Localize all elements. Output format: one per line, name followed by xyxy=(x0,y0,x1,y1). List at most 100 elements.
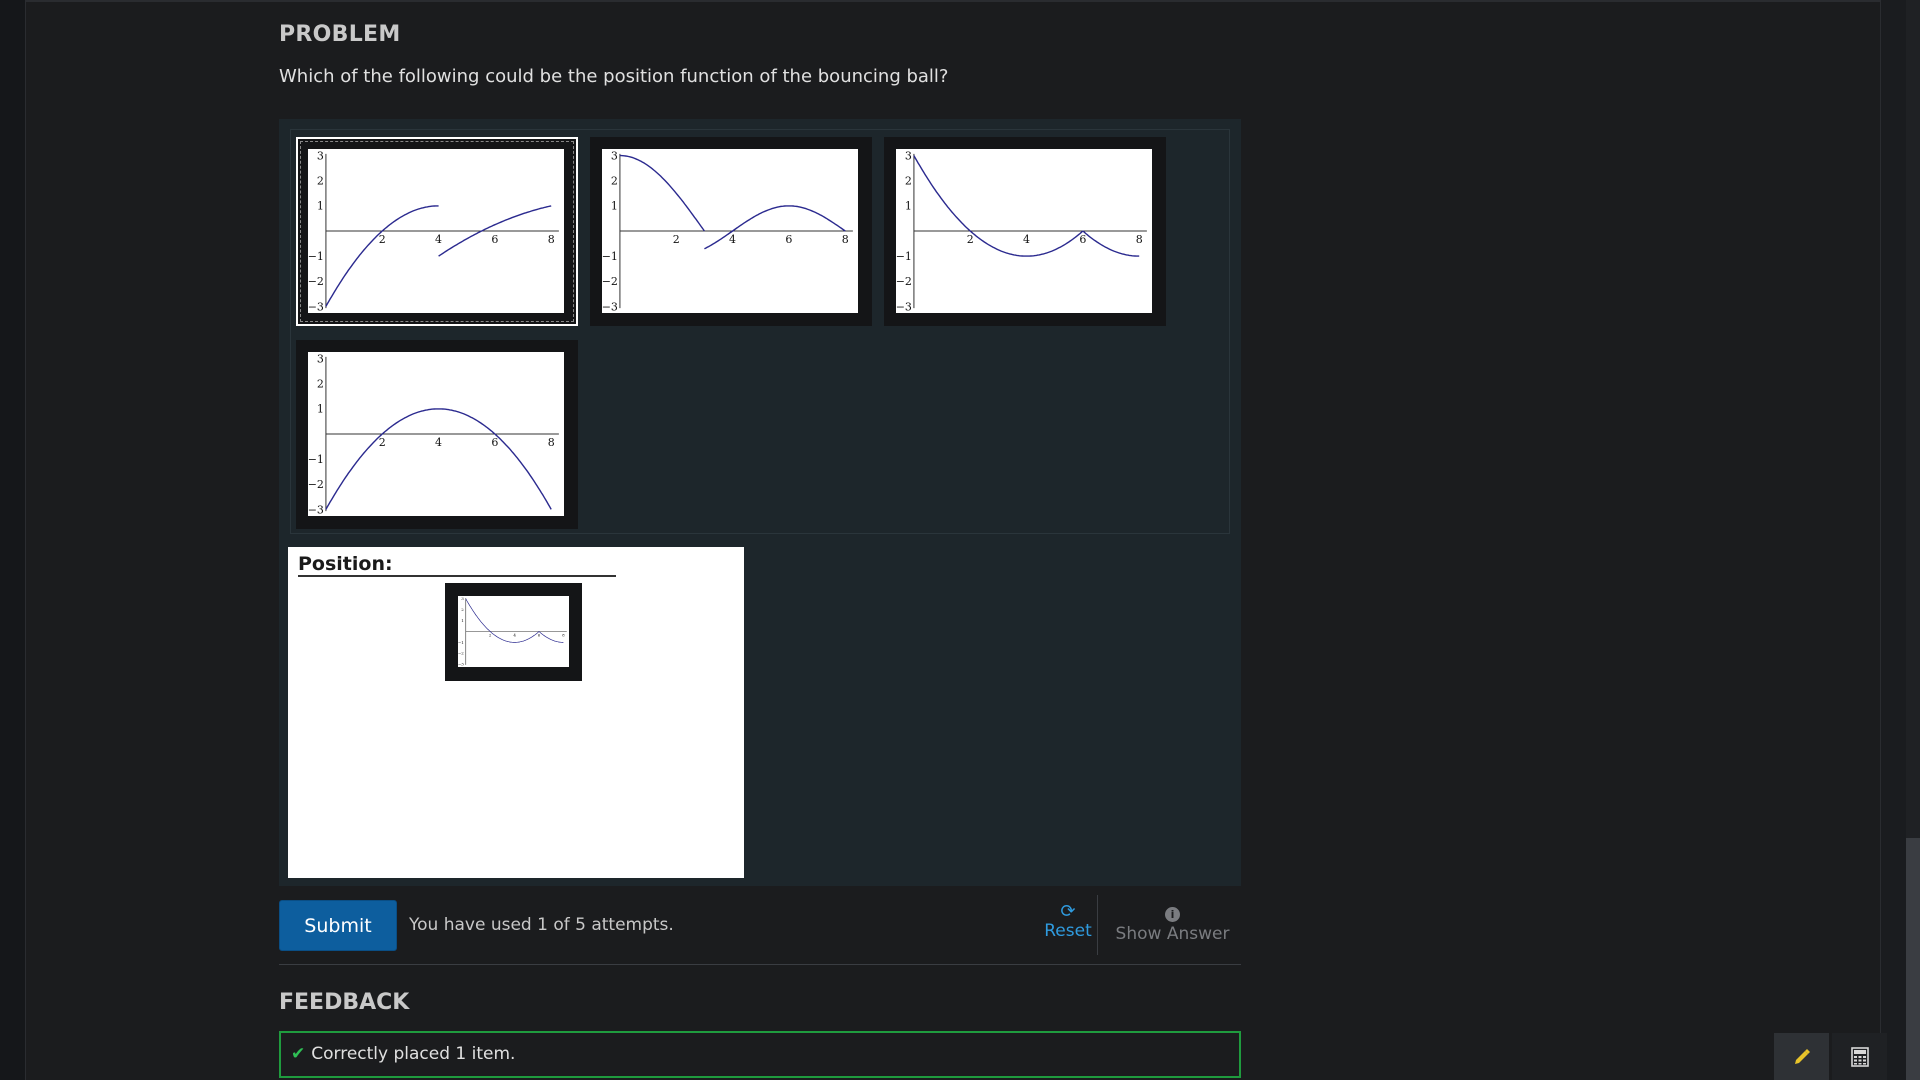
feedback-text: ✔ Correctly placed 1 item. xyxy=(291,1044,515,1064)
y-tick-label: −2 xyxy=(458,651,464,656)
y-tick-label: −3 xyxy=(308,503,324,516)
y-tick-label: −3 xyxy=(896,300,912,313)
show-answer-label: Show Answer xyxy=(1115,924,1230,944)
y-tick-label: 2 xyxy=(317,175,324,188)
submit-button[interactable]: Submit xyxy=(279,900,397,951)
check-icon: ✔ xyxy=(291,1044,306,1064)
refresh-icon: ⟳ xyxy=(1060,901,1076,922)
plot-axes xyxy=(913,153,1147,309)
y-tick-label: 2 xyxy=(905,175,912,188)
pencil-tool-button[interactable] xyxy=(1774,1033,1829,1080)
x-tick-label: 2 xyxy=(673,233,680,246)
x-tick-label: 6 xyxy=(785,233,792,246)
x-tick-label: 4 xyxy=(513,633,516,638)
y-tick-label: −2 xyxy=(308,478,324,491)
x-tick-label: 8 xyxy=(842,233,849,246)
position-curve xyxy=(913,155,1084,257)
x-tick-label: 4 xyxy=(1023,233,1030,246)
feedback-heading: FEEDBACK xyxy=(279,990,410,1015)
x-tick-label: 2 xyxy=(379,436,386,449)
feedback-message: Correctly placed 1 item. xyxy=(311,1044,516,1064)
position-curve xyxy=(325,205,439,307)
y-tick-label: 1 xyxy=(461,618,464,623)
placed-item-plot: 2 4 6 8 3 2 1 −1 −2 −3 xyxy=(458,596,569,667)
y-tick-label: 1 xyxy=(317,403,324,416)
x-tick-label: 8 xyxy=(548,233,555,246)
x-tick-label: 2 xyxy=(379,233,386,246)
draggable-item-graph-d[interactable]: 2 4 6 8 3 2 1 −1 −2 −3 xyxy=(296,340,578,529)
left-frame xyxy=(0,0,26,1080)
b-plot-svg: 2 4 6 8 3 2 1 −1 −2 −3 xyxy=(602,149,853,313)
problem-question: Which of the following could be the posi… xyxy=(279,66,949,87)
placed-item-graph[interactable]: 2 4 6 8 3 2 1 −1 −2 −3 xyxy=(445,583,582,681)
y-tick-label: 3 xyxy=(905,149,912,162)
plot-axes xyxy=(619,153,853,309)
graph-c-plot: 2 4 6 8 3 2 1 −1 −2 −3 xyxy=(896,149,1152,313)
calculator-tool-button[interactable] xyxy=(1832,1033,1887,1080)
info-icon: i xyxy=(1165,907,1180,922)
calculator-icon xyxy=(1850,1046,1869,1067)
x-tick-label: 8 xyxy=(562,633,565,638)
y-tick-label: −3 xyxy=(602,300,618,313)
position-curve xyxy=(704,205,846,250)
position-curve xyxy=(325,408,552,510)
y-tick-label: −3 xyxy=(308,300,324,313)
x-tick-label: 6 xyxy=(491,436,498,449)
top-rule xyxy=(0,0,1920,2)
y-tick-label: 2 xyxy=(611,175,618,188)
x-tick-label: 8 xyxy=(548,436,555,449)
draggable-item-graph-a[interactable]: 2 4 6 8 3 2 1 −1 −2 −3 xyxy=(296,137,578,326)
y-tick-label: 3 xyxy=(611,149,618,162)
drop-target-label: Position: xyxy=(298,553,393,575)
y-tick-label: 2 xyxy=(317,378,324,391)
action-divider xyxy=(1097,895,1098,955)
plot-axes xyxy=(465,598,567,665)
show-answer-button[interactable]: i Show Answer xyxy=(1110,903,1235,944)
x-tick-label: 6 xyxy=(1079,233,1086,246)
graph-b-plot: 2 4 6 8 3 2 1 −1 −2 −3 xyxy=(602,149,858,313)
y-tick-label: −1 xyxy=(308,453,324,466)
position-curve xyxy=(1082,230,1140,257)
draggable-item-graph-b[interactable]: 2 4 6 8 3 2 1 −1 −2 −3 xyxy=(590,137,872,326)
x-tick-label: 4 xyxy=(729,233,736,246)
x-tick-label: 4 xyxy=(435,436,442,449)
x-tick-label: 8 xyxy=(1136,233,1143,246)
y-tick-label: −2 xyxy=(308,275,324,288)
right-frame xyxy=(1880,0,1907,1080)
draggable-item-graph-c[interactable]: 2 4 6 8 3 2 1 −1 −2 −3 xyxy=(884,137,1166,326)
y-tick-label: 3 xyxy=(317,149,324,162)
y-tick-label: −3 xyxy=(458,662,464,667)
position-curve xyxy=(465,598,540,643)
y-tick-label: 1 xyxy=(905,200,912,213)
y-tick-label: −1 xyxy=(896,250,912,263)
y-tick-label: 3 xyxy=(317,352,324,365)
position-curve xyxy=(619,154,705,232)
x-tick-label: 2 xyxy=(967,233,974,246)
scrollbar-thumb[interactable] xyxy=(1906,838,1920,1080)
position-curve xyxy=(538,631,564,643)
pencil-icon xyxy=(1794,1048,1810,1064)
reset-button[interactable]: ⟳ Reset xyxy=(1025,901,1111,942)
x-tick-label: 6 xyxy=(538,633,541,638)
y-tick-label: 2 xyxy=(461,607,464,612)
x-tick-label: 6 xyxy=(491,233,498,246)
y-tick-label: 1 xyxy=(611,200,618,213)
x-tick-label: 4 xyxy=(435,233,442,246)
y-tick-label: 1 xyxy=(317,200,324,213)
attempts-text: You have used 1 of 5 attempts. xyxy=(409,915,674,935)
problem-heading: PROBLEM xyxy=(279,22,401,47)
y-tick-label: −1 xyxy=(458,640,464,645)
plot-axes xyxy=(325,153,559,309)
c-plot-svg: 2 4 6 8 3 2 1 −1 −2 −3 xyxy=(896,149,1147,313)
feedback-message-box: ✔ Correctly placed 1 item. xyxy=(279,1031,1241,1078)
y-tick-label: −2 xyxy=(896,275,912,288)
c-plot-svg: 2 4 6 8 3 2 1 −1 −2 −3 xyxy=(458,596,567,667)
x-tick-label: 2 xyxy=(489,633,492,638)
y-tick-label: −2 xyxy=(602,275,618,288)
section-divider xyxy=(279,964,1241,965)
graph-d-plot: 2 4 6 8 3 2 1 −1 −2 −3 xyxy=(308,352,564,516)
y-tick-label: −1 xyxy=(308,250,324,263)
drop-target-underline xyxy=(298,575,616,577)
d-plot-svg: 2 4 6 8 3 2 1 −1 −2 −3 xyxy=(308,352,559,516)
reset-label: Reset xyxy=(1044,921,1092,941)
